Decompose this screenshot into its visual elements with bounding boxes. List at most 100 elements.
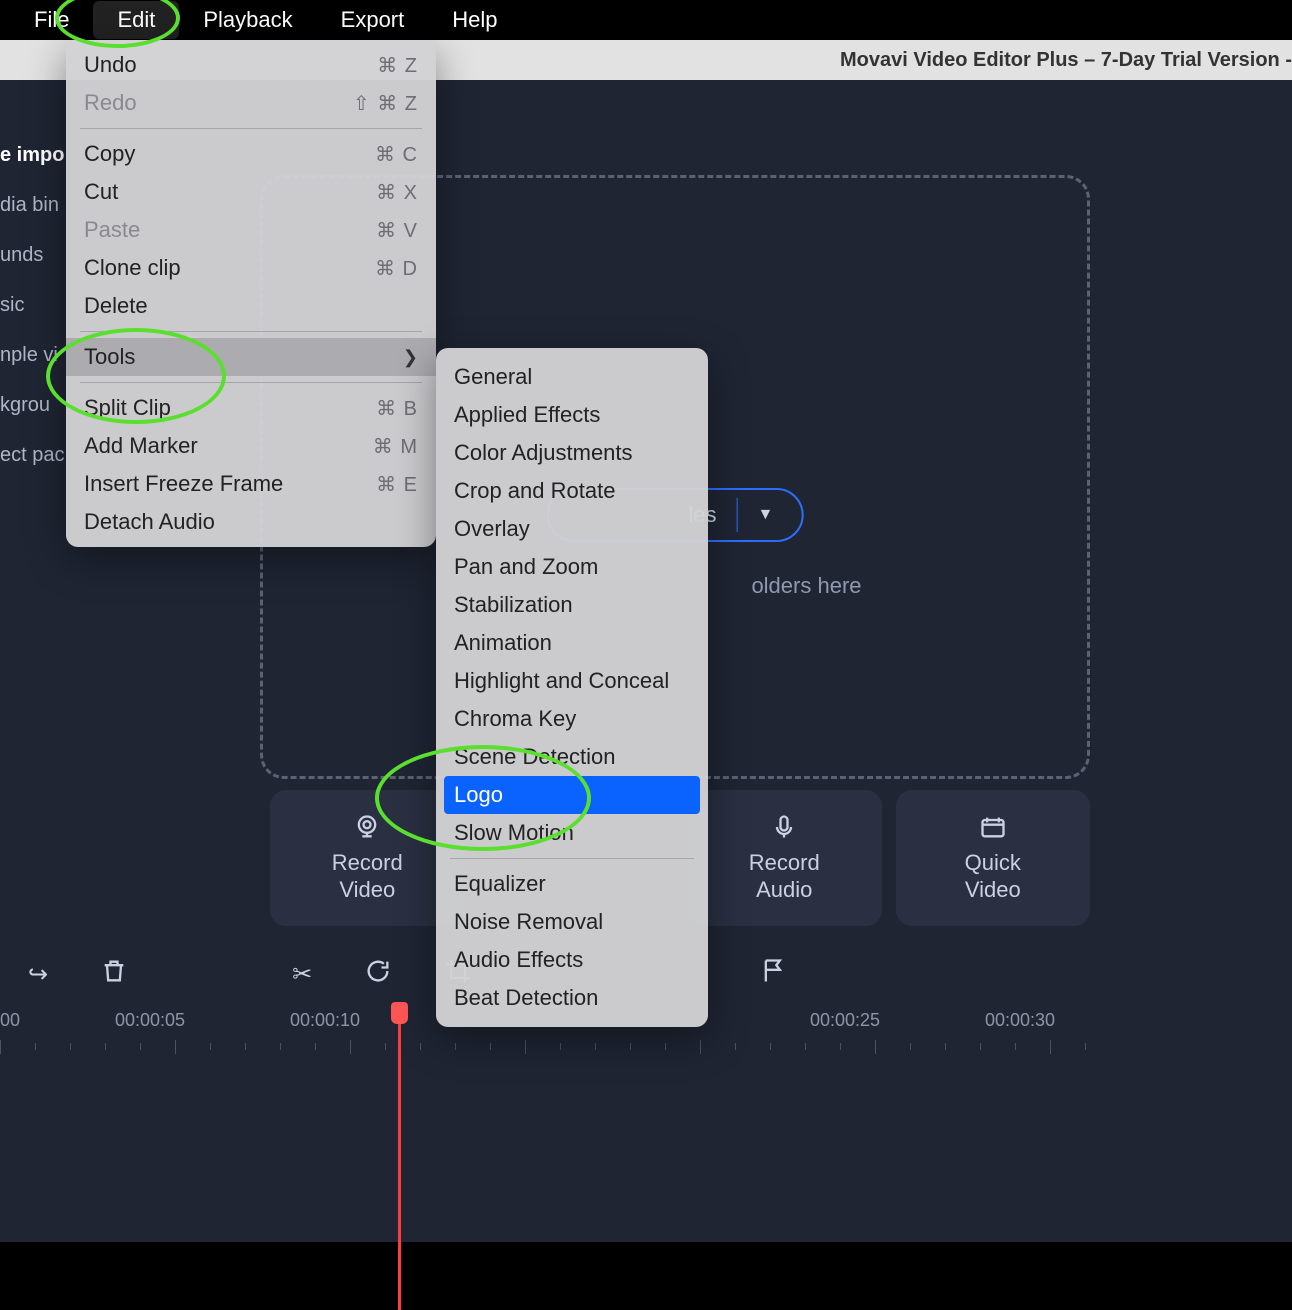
chevron-right-icon: ❯: [403, 347, 418, 368]
menu-item-label: Scene Detection: [454, 744, 615, 770]
action-label: Record: [749, 849, 820, 877]
menu-shortcut: ⌘ D: [375, 256, 418, 281]
time-tick: 00:00:30: [985, 1010, 1055, 1031]
tools-item-crop-and-rotate[interactable]: Crop and Rotate: [436, 472, 708, 510]
film-icon: [979, 813, 1007, 841]
menu-item-detach-audio[interactable]: Detach Audio: [66, 503, 436, 541]
menu-item-label: Equalizer: [454, 871, 546, 897]
menu-separator: [80, 331, 422, 332]
tools-item-stabilization[interactable]: Stabilization: [436, 586, 708, 624]
chevron-down-icon[interactable]: ▼: [758, 506, 774, 524]
tools-item-scene-detection[interactable]: Scene Detection: [436, 738, 708, 776]
button-divider: [737, 498, 738, 532]
menu-item-undo[interactable]: Undo ⌘ Z: [66, 46, 436, 84]
menu-item-label: Animation: [454, 630, 552, 656]
menu-item-label: Tools: [84, 344, 135, 370]
tools-item-general[interactable]: General: [436, 358, 708, 396]
flag-icon[interactable]: [760, 957, 788, 992]
tools-item-audio-effects[interactable]: Audio Effects: [436, 941, 708, 979]
tools-item-animation[interactable]: Animation: [436, 624, 708, 662]
sidebar-item[interactable]: sic: [0, 280, 70, 330]
window-title: Movavi Video Editor Plus – 7-Day Trial V…: [840, 49, 1292, 72]
menu-item-insert-freeze-frame[interactable]: Insert Freeze Frame ⌘ E: [66, 465, 436, 503]
tools-item-logo[interactable]: Logo: [444, 776, 700, 814]
menu-item-label: Highlight and Conceal: [454, 668, 669, 694]
menu-item-copy[interactable]: Copy ⌘ C: [66, 135, 436, 173]
menu-item-delete[interactable]: Delete: [66, 287, 436, 325]
mic-icon: [770, 813, 798, 841]
sidebar-item[interactable]: nple vi: [0, 330, 70, 380]
sidebar-item[interactable]: dia bin: [0, 180, 70, 230]
menu-item-label: Logo: [454, 782, 503, 808]
menu-help[interactable]: Help: [428, 1, 521, 39]
time-tick: 00:00:05: [115, 1010, 185, 1031]
tools-item-chroma-key[interactable]: Chroma Key: [436, 700, 708, 738]
menu-item-cut[interactable]: Cut⌘ X: [66, 173, 436, 211]
menu-file[interactable]: File: [10, 1, 93, 39]
menu-shortcut: ⌘ Z: [377, 53, 418, 78]
scissors-icon[interactable]: ✂: [292, 960, 312, 989]
menu-item-label: Noise Removal: [454, 909, 603, 935]
menubar: File Edit Playback Export Help: [0, 0, 1292, 40]
redo-icon[interactable]: ↪: [28, 960, 48, 989]
tools-item-equalizer[interactable]: Equalizer: [436, 865, 708, 903]
tools-item-highlight-and-conceal[interactable]: Highlight and Conceal: [436, 662, 708, 700]
menu-item-tools[interactable]: Tools ❯: [66, 338, 436, 376]
action-label: Quick: [965, 849, 1021, 877]
tools-submenu: General Applied Effects Color Adjustments C…: [436, 348, 708, 1027]
menu-playback[interactable]: Playback: [179, 1, 316, 39]
tools-item-color-adjustments[interactable]: Color Adjustments: [436, 434, 708, 472]
menu-export[interactable]: Export: [317, 1, 429, 39]
menu-item-label: Audio Effects: [454, 947, 583, 973]
menu-shortcut: ⌘ B: [376, 396, 418, 421]
menu-shortcut: ⇧ ⌘ Z: [353, 91, 418, 116]
record-audio-card[interactable]: Record Audio: [687, 790, 882, 926]
menu-item-label: Slow Motion: [454, 820, 574, 846]
tools-item-slow-motion[interactable]: Slow Motion: [436, 814, 708, 852]
menu-item-label: Undo: [84, 52, 137, 78]
menu-item-paste[interactable]: Paste ⌘ V: [66, 211, 436, 249]
playhead[interactable]: [398, 1010, 401, 1310]
quick-video-card[interactable]: Quick Video: [896, 790, 1091, 926]
sidebar-item[interactable]: e impo: [0, 130, 70, 180]
menu-item-label: Copy: [84, 141, 135, 167]
menu-item-label: Split Clip: [84, 395, 171, 421]
menu-item-clone-clip[interactable]: Clone clip ⌘ D: [66, 249, 436, 287]
time-tick: 00:00:25: [810, 1010, 880, 1031]
menu-item-label: Redo: [84, 90, 137, 116]
menu-separator: [80, 128, 422, 129]
action-label: Audio: [756, 876, 812, 904]
tools-item-pan-and-zoom[interactable]: Pan and Zoom: [436, 548, 708, 586]
sidebar-item[interactable]: kgrou: [0, 380, 70, 430]
time-tick: 00:00:10: [290, 1010, 360, 1031]
menu-item-label: Cut: [84, 179, 118, 205]
sidebar-item[interactable]: unds: [0, 230, 70, 280]
menu-separator: [80, 382, 422, 383]
tools-item-overlay[interactable]: Overlay: [436, 510, 708, 548]
action-label: Video: [965, 876, 1021, 904]
tools-item-applied-effects[interactable]: Applied Effects: [436, 396, 708, 434]
action-label: Record: [332, 849, 403, 877]
trash-icon[interactable]: [100, 957, 128, 992]
webcam-icon: [353, 813, 381, 841]
menu-shortcut: ⌘ E: [376, 472, 418, 497]
menu-item-label: Delete: [84, 293, 148, 319]
menu-item-add-marker[interactable]: Add Marker⌘ M: [66, 427, 436, 465]
sidebar-item[interactable]: ect pac: [0, 430, 70, 480]
menu-item-label: Clone clip: [84, 255, 181, 281]
menu-item-label: Paste: [84, 217, 140, 243]
menu-item-label: Chroma Key: [454, 706, 576, 732]
menu-item-redo[interactable]: Redo ⇧ ⌘ Z: [66, 84, 436, 122]
rotate-icon[interactable]: [364, 957, 392, 992]
tools-item-noise-removal[interactable]: Noise Removal: [436, 903, 708, 941]
menu-item-label: Insert Freeze Frame: [84, 471, 283, 497]
menu-shortcut: ⌘ M: [373, 434, 418, 459]
action-label: Video: [339, 876, 395, 904]
menu-shortcut: ⌘ V: [376, 218, 418, 243]
menu-item-label: General: [454, 364, 532, 390]
menu-item-split-clip[interactable]: Split Clip ⌘ B: [66, 389, 436, 427]
tools-item-beat-detection[interactable]: Beat Detection: [436, 979, 708, 1017]
menu-shortcut: ⌘ C: [375, 142, 418, 167]
menu-edit[interactable]: Edit: [93, 1, 179, 39]
menu-item-label: Color Adjustments: [454, 440, 633, 466]
